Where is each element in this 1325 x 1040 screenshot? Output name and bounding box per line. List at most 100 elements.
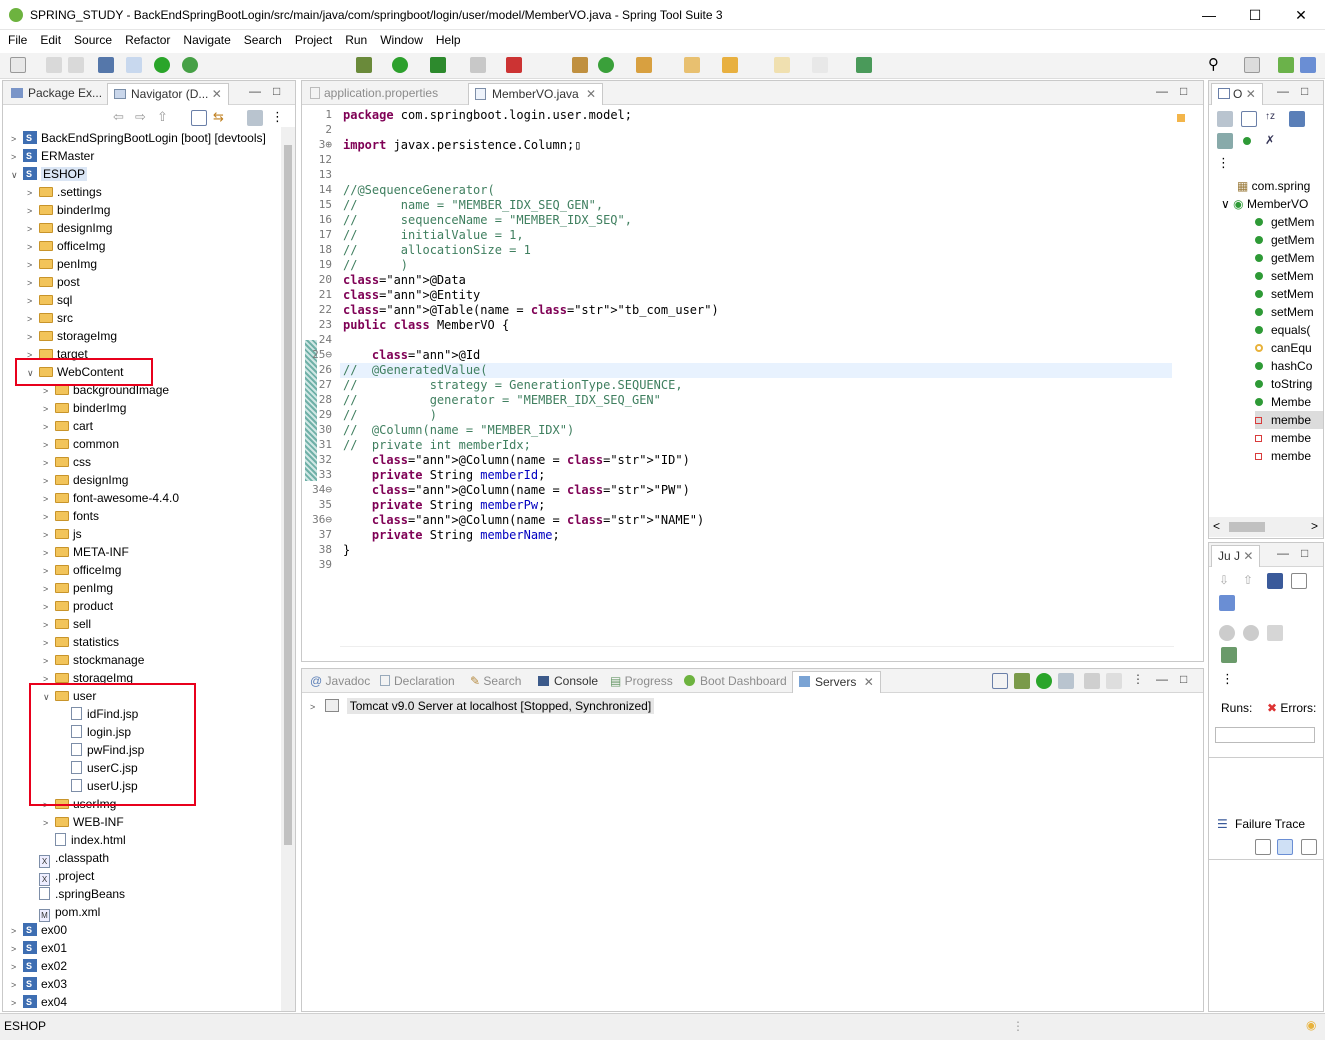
- tree-file-item[interactable]: Mpom.xml: [27, 903, 100, 922]
- code-line[interactable]: //@SequenceGenerator(: [343, 183, 495, 197]
- filter-stack-icon[interactable]: [1277, 839, 1293, 855]
- outline-item[interactable]: getMem: [1255, 213, 1314, 231]
- code-line[interactable]: // sequenceName = "MEMBER_IDX_SEQ",: [343, 213, 632, 227]
- expand-arrow-icon[interactable]: >: [11, 958, 23, 976]
- rerun-failed-icon[interactable]: [1243, 625, 1259, 641]
- outline-item[interactable]: setMem: [1255, 303, 1314, 321]
- expand-arrow-icon[interactable]: >: [27, 256, 39, 274]
- open-type-icon[interactable]: [636, 57, 652, 73]
- tab-outline[interactable]: O ✕: [1211, 83, 1263, 105]
- expand-arrow-icon[interactable]: >: [43, 490, 55, 508]
- close-icon[interactable]: ✕: [864, 675, 874, 689]
- tab-console[interactable]: Console: [532, 671, 604, 693]
- new-icon[interactable]: [10, 57, 26, 73]
- menu-project[interactable]: Project: [287, 31, 337, 47]
- menu-edit[interactable]: Edit: [32, 31, 66, 47]
- perspectives-icon[interactable]: [1244, 57, 1260, 73]
- code-line[interactable]: private String memberId;: [343, 468, 545, 482]
- open-perspective-icon[interactable]: [856, 57, 872, 73]
- tree-folder-item[interactable]: > cart: [43, 417, 93, 435]
- back-arrow-icon[interactable]: ⇦: [113, 110, 129, 126]
- save-icon[interactable]: [46, 57, 62, 73]
- tree-folder-item[interactable]: > stockmanage: [43, 651, 144, 669]
- navigator-scrollbar[interactable]: [281, 127, 295, 1011]
- forward-icon[interactable]: [812, 57, 828, 73]
- tab-junit[interactable]: Ju J ✕: [1211, 545, 1261, 567]
- code-line[interactable]: private String memberPw;: [343, 498, 545, 512]
- menu-refactor[interactable]: Refactor: [117, 31, 175, 47]
- maximize-window-button[interactable]: ☐: [1232, 0, 1278, 30]
- maximize-icon[interactable]: □: [1301, 546, 1308, 560]
- tree-project-item[interactable]: ∨ ESHOP: [11, 165, 88, 183]
- tree-file-item[interactable]: index.html: [43, 831, 126, 849]
- outline-item[interactable]: setMem: [1255, 285, 1314, 303]
- debug-server-icon[interactable]: [1014, 673, 1030, 689]
- navigator-scroll-thumb[interactable]: [284, 145, 292, 845]
- skip-breakpoints-icon[interactable]: [126, 57, 142, 73]
- tree-project-item[interactable]: > ex03: [11, 975, 67, 993]
- code-line[interactable]: class="ann">@Data: [343, 273, 466, 287]
- code-line[interactable]: class="ann">@Entity: [343, 288, 480, 302]
- code-line[interactable]: }: [343, 543, 350, 557]
- save-all-icon[interactable]: [68, 57, 84, 73]
- tree-project-item[interactable]: > ex01: [11, 939, 67, 957]
- outline-item[interactable]: Membe: [1255, 393, 1311, 411]
- view-menu-icon[interactable]: ⋮: [1221, 671, 1237, 687]
- close-icon[interactable]: ✕: [586, 87, 596, 101]
- tab-progress[interactable]: ▤ Progress: [604, 671, 679, 693]
- server-row[interactable]: > Tomcat v9.0 Server at localhost [Stopp…: [310, 697, 655, 715]
- code-line[interactable]: class="ann">@Table(name = class="str">"t…: [343, 303, 719, 317]
- stop-icon[interactable]: [470, 57, 486, 73]
- menu-source[interactable]: Source: [66, 31, 117, 47]
- code-line[interactable]: package com.springboot.login.user.model;: [343, 108, 632, 122]
- outline-scroll-thumb[interactable]: [1229, 522, 1265, 532]
- minimize-icon[interactable]: —: [1156, 84, 1168, 98]
- show-failures-only-icon[interactable]: [1267, 573, 1283, 589]
- open-task-icon[interactable]: [684, 57, 700, 73]
- outline-item[interactable]: canEqu: [1255, 339, 1312, 357]
- close-icon[interactable]: ✕: [212, 87, 222, 101]
- expand-arrow-icon[interactable]: >: [27, 220, 39, 238]
- expand-arrow-icon[interactable]: >: [11, 130, 23, 148]
- outline-item[interactable]: toString: [1255, 375, 1312, 393]
- tree-project-item[interactable]: > ex00: [11, 921, 67, 939]
- maximize-icon[interactable]: □: [273, 84, 280, 98]
- run-icon[interactable]: [392, 57, 408, 73]
- next-failure-icon[interactable]: ⇩: [1219, 573, 1235, 589]
- tree-folder-item[interactable]: > statistics: [43, 633, 119, 651]
- minimize-window-button[interactable]: —: [1186, 0, 1232, 30]
- maximize-icon[interactable]: □: [1180, 672, 1187, 686]
- tab-declaration[interactable]: Declaration: [374, 671, 461, 693]
- tree-folder-item[interactable]: > font-awesome-4.4.0: [43, 489, 179, 507]
- tree-folder-item[interactable]: > designImg: [43, 471, 128, 489]
- tab-servers[interactable]: Servers ✕: [792, 671, 881, 693]
- stop-junit-icon[interactable]: [1267, 625, 1283, 641]
- publish-icon[interactable]: [1106, 673, 1122, 689]
- rerun-icon[interactable]: [1219, 625, 1235, 641]
- hide-local-types-icon[interactable]: [1243, 137, 1251, 145]
- menu-search[interactable]: Search: [236, 31, 287, 47]
- tree-folder-item[interactable]: > penImg: [27, 255, 97, 273]
- stop-server-icon[interactable]: [1084, 673, 1100, 689]
- code-line[interactable]: public class MemberVO {: [343, 318, 509, 332]
- expand-arrow-icon[interactable]: >: [11, 940, 23, 958]
- outline-item[interactable]: getMem: [1255, 249, 1314, 267]
- tree-folder-item[interactable]: > fonts: [43, 507, 99, 525]
- view-menu-icon[interactable]: ⋮: [1217, 155, 1233, 171]
- outline-item[interactable]: setMem: [1255, 267, 1314, 285]
- code-line[interactable]: // ): [343, 408, 437, 422]
- outline-horizontal-scrollbar[interactable]: < >: [1209, 517, 1323, 537]
- expand-arrow-icon[interactable]: >: [43, 616, 55, 634]
- code-line[interactable]: // private int memberIdx;: [343, 438, 531, 452]
- code-line[interactable]: // generator = "MEMBER_IDX_SEQ_GEN": [343, 393, 661, 407]
- code-line[interactable]: // @Column(name = "MEMBER_IDX"): [343, 423, 574, 437]
- menu-help[interactable]: Help: [428, 31, 466, 47]
- menu-file[interactable]: File: [0, 31, 32, 47]
- tree-folder-item[interactable]: > storageImg: [27, 327, 117, 345]
- tree-project-item[interactable]: > ex02: [11, 957, 67, 975]
- new-class-icon[interactable]: [598, 57, 614, 73]
- hide-nonpublic-icon[interactable]: [1217, 133, 1233, 149]
- menu-navigate[interactable]: Navigate: [175, 31, 235, 47]
- run-external-icon[interactable]: [430, 57, 446, 73]
- expand-arrow-icon[interactable]: >: [43, 436, 55, 454]
